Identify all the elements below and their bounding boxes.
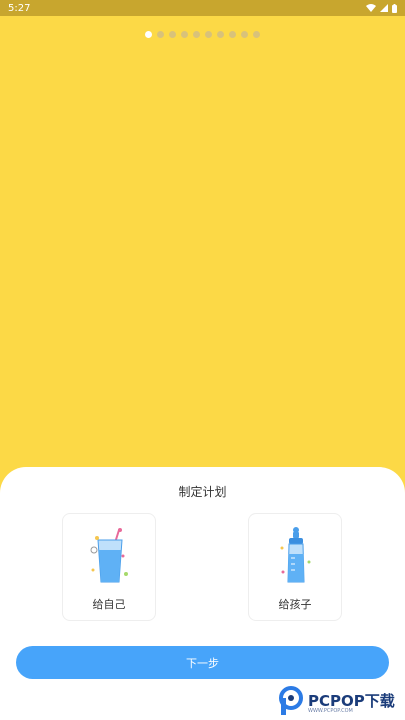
signal-icon <box>380 4 388 12</box>
plan-sheet: 制定计划 给自己 给孩子 下一步 PCPOP下载 WWW.PCPOP.COM <box>0 467 405 720</box>
battery-icon <box>392 3 397 13</box>
status-time: 5:27 <box>8 2 31 14</box>
page-indicator <box>0 31 405 38</box>
next-button[interactable]: 下一步 <box>16 646 389 679</box>
page-dot <box>253 31 260 38</box>
page-dot <box>193 31 200 38</box>
page-dot <box>205 31 212 38</box>
status-icons <box>366 3 397 13</box>
page-dot <box>157 31 164 38</box>
page-dot <box>241 31 248 38</box>
page-dot <box>217 31 224 38</box>
option-label-child: 给孩子 <box>278 598 312 611</box>
drink-cup-icon <box>90 528 128 583</box>
page-dot <box>229 31 236 38</box>
page-dot <box>181 31 188 38</box>
watermark-subtext: WWW.PCPOP.COM <box>308 708 353 714</box>
status-bar: 5:27 <box>0 0 405 16</box>
sheet-title: 制定计划 <box>178 485 227 499</box>
page-dot <box>145 31 152 38</box>
page-dot <box>169 31 176 38</box>
option-label-self: 给自己 <box>92 598 126 611</box>
option-card-child[interactable]: 给孩子 <box>248 513 342 621</box>
option-card-self[interactable]: 给自己 <box>62 513 156 621</box>
wifi-icon <box>366 4 376 12</box>
watermark: PCPOP下载 WWW.PCPOP.COM <box>278 686 405 720</box>
baby-bottle-icon <box>280 527 311 583</box>
pcpop-logo-icon <box>279 686 303 715</box>
